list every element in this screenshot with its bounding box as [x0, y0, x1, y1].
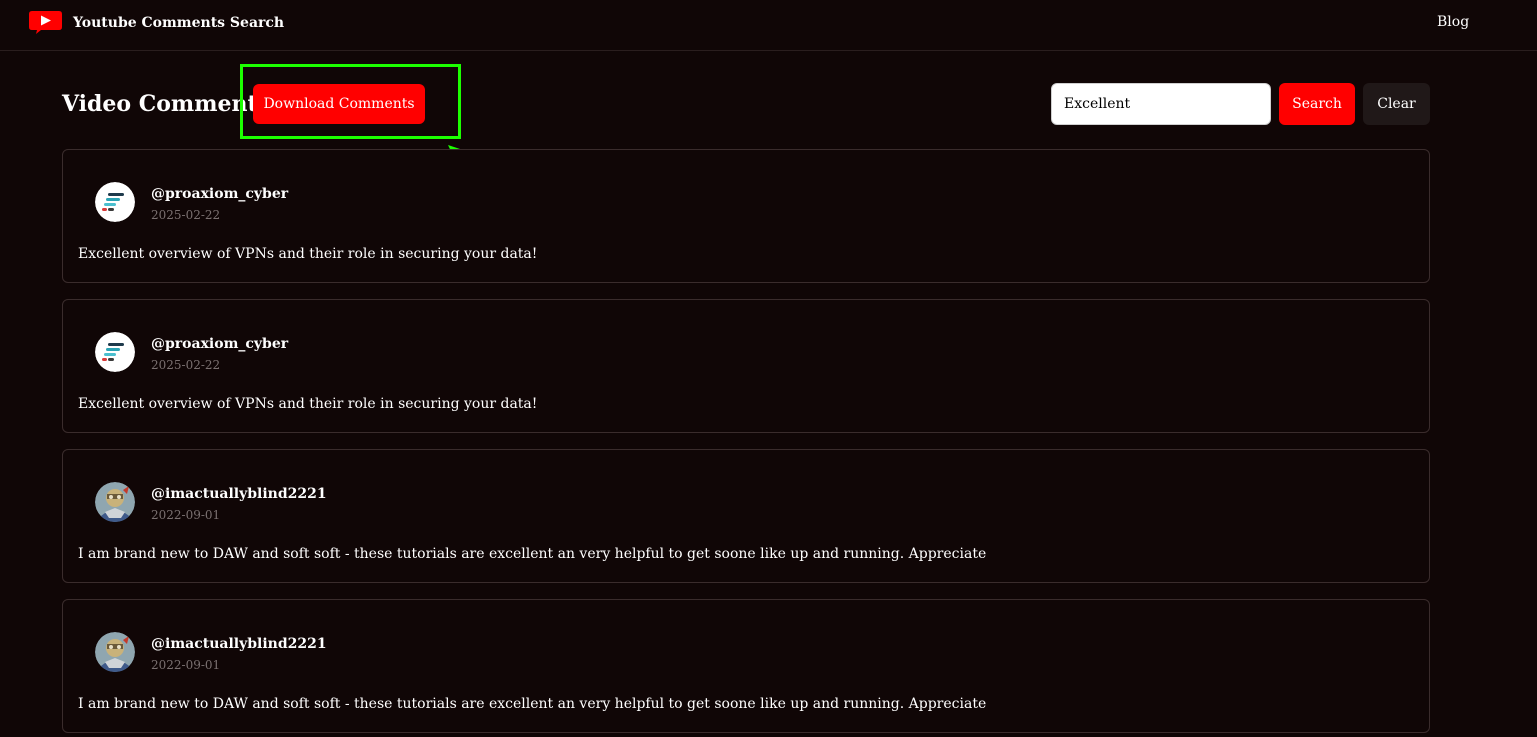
comment-date: 2025-02-22 [151, 208, 221, 222]
character-avatar[interactable] [95, 482, 135, 522]
comment-card: @imactuallyblind2221 2022-09-01 I am bra… [62, 449, 1430, 583]
proaxiom-logo-avatar[interactable] [95, 182, 135, 222]
clear-button[interactable]: Clear [1363, 83, 1430, 125]
comment-text: I am brand new to DAW and soft soft - th… [78, 546, 987, 562]
search-button[interactable]: Search [1279, 83, 1355, 125]
nav-link-blog[interactable]: Blog [1437, 12, 1469, 32]
top-navbar: Youtube Comments Search Blog [0, 0, 1537, 51]
proaxiom-logo-avatar[interactable] [95, 332, 135, 372]
comment-text: I am brand new to DAW and soft soft - th… [78, 696, 987, 712]
comment-date: 2025-02-22 [151, 358, 221, 372]
page-title: Video Comments [62, 91, 271, 117]
comment-date: 2022-09-01 [151, 508, 221, 522]
character-avatar[interactable] [95, 632, 135, 672]
download-comments-button[interactable]: Download Comments [253, 84, 425, 124]
comment-author[interactable]: @proaxiom_cyber [151, 335, 288, 353]
comment-card: @proaxiom_cyber 2025-02-22 Excellent ove… [62, 299, 1430, 433]
comment-author[interactable]: @imactuallyblind2221 [151, 635, 327, 653]
search-input[interactable] [1051, 83, 1271, 125]
brand-title: Youtube Comments Search [73, 14, 285, 31]
brand[interactable]: Youtube Comments Search [28, 10, 284, 35]
youtube-play-icon [29, 11, 62, 34]
comment-date: 2022-09-01 [151, 658, 221, 672]
comment-text: Excellent overview of VPNs and their rol… [78, 396, 538, 412]
comment-author[interactable]: @imactuallyblind2221 [151, 485, 327, 503]
comment-author[interactable]: @proaxiom_cyber [151, 185, 288, 203]
comment-card: @proaxiom_cyber 2025-02-22 Excellent ove… [62, 149, 1430, 283]
comment-card: @imactuallyblind2221 2022-09-01 I am bra… [62, 599, 1430, 733]
comment-text: Excellent overview of VPNs and their rol… [78, 246, 538, 262]
